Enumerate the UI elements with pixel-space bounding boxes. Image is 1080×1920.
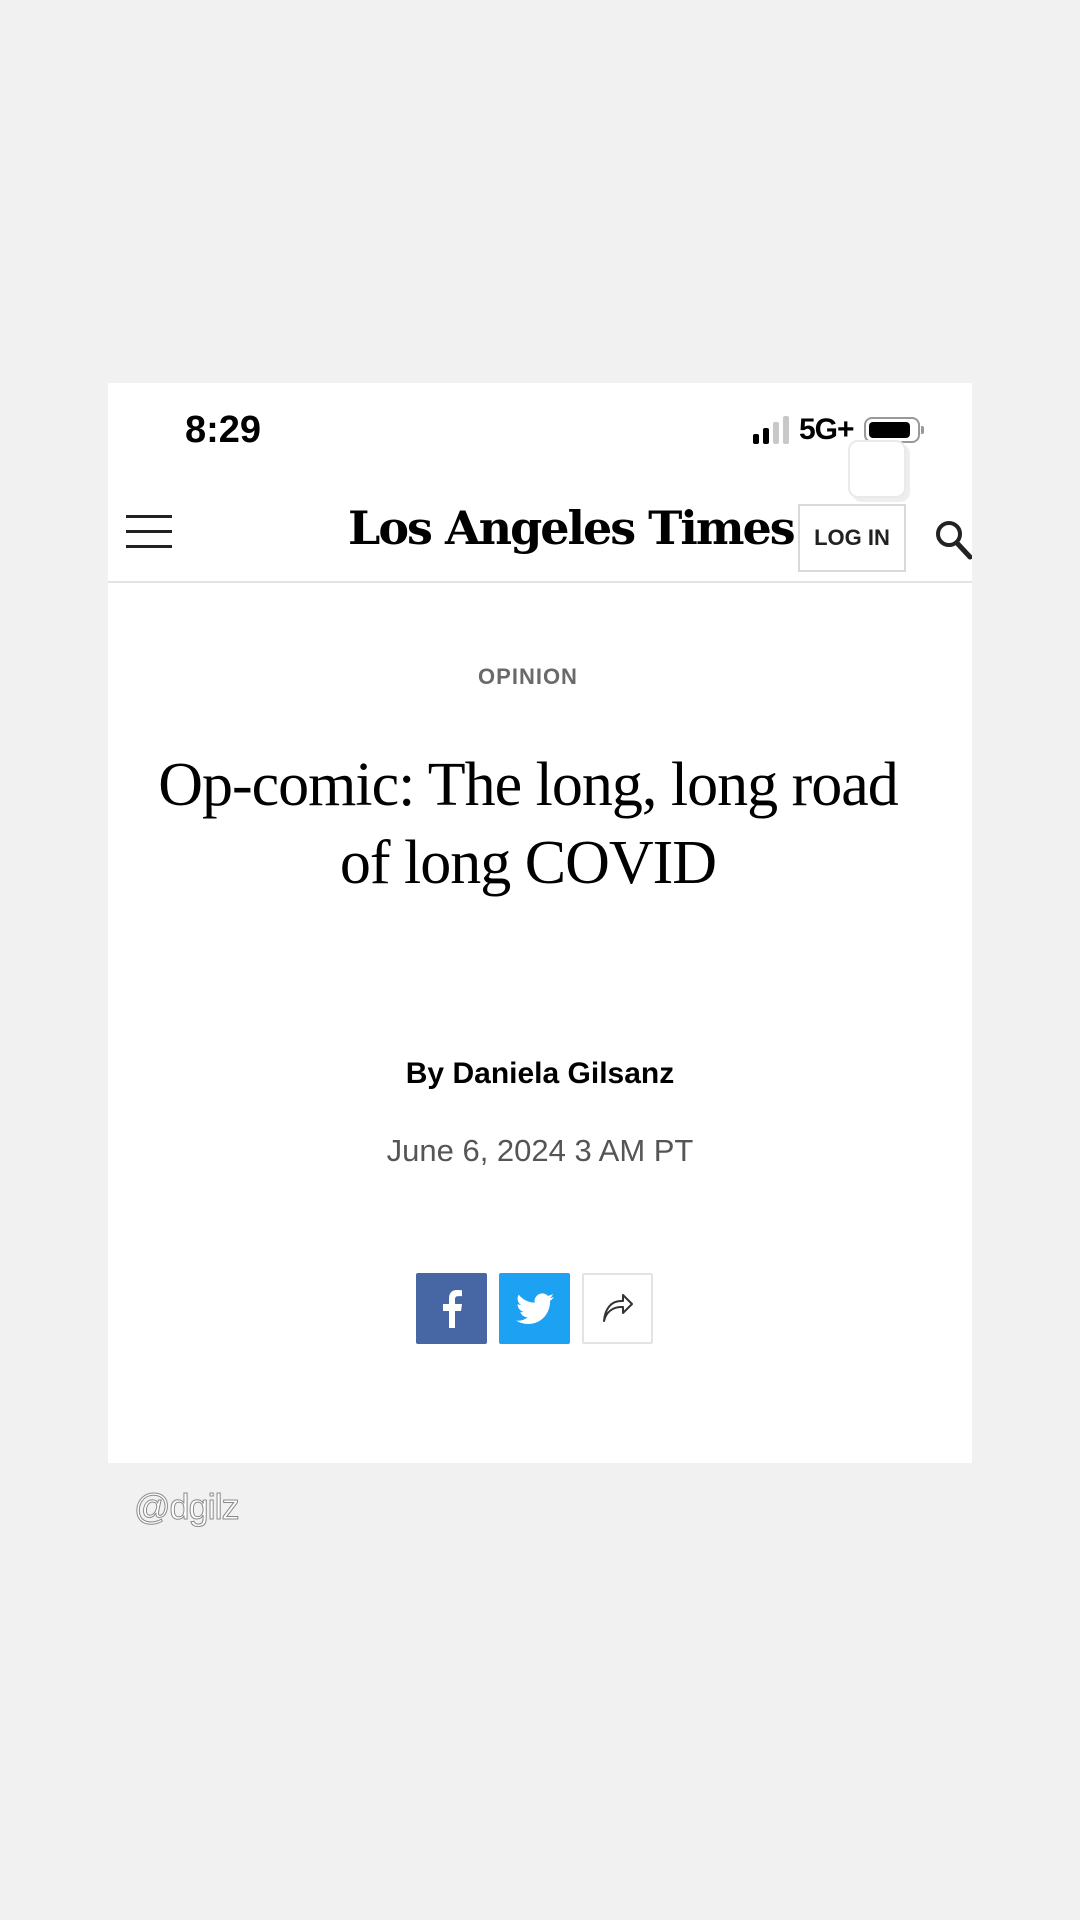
share-icon bbox=[602, 1293, 633, 1322]
share-buttons bbox=[416, 1273, 653, 1344]
screenshot-card: 8:29 5G+ Los Angeles Times LOG IN OPINIO… bbox=[108, 383, 972, 1463]
twitter-icon bbox=[515, 1292, 554, 1324]
article-headline: Op-comic: The long, long road of long CO… bbox=[158, 751, 899, 897]
search-icon[interactable] bbox=[935, 520, 972, 560]
site-header: Los Angeles Times LOG IN bbox=[108, 483, 972, 583]
status-time: 8:29 bbox=[185, 409, 262, 451]
byline-prefix: By bbox=[405, 1057, 445, 1090]
twitter-share-button[interactable] bbox=[499, 1273, 570, 1344]
facebook-share-button[interactable] bbox=[416, 1273, 487, 1344]
author-link[interactable]: Daniela Gilsanz bbox=[452, 1057, 674, 1090]
login-button[interactable]: LOG IN bbox=[798, 504, 906, 572]
hamburger-menu-icon[interactable] bbox=[126, 515, 172, 549]
watermark: @dgilz bbox=[134, 1486, 241, 1528]
publish-date: June 6, 2024 3 AM PT bbox=[386, 1133, 694, 1168]
more-share-button[interactable] bbox=[582, 1273, 653, 1344]
facebook-icon bbox=[442, 1289, 462, 1328]
signal-icon bbox=[753, 416, 789, 444]
section-label[interactable]: OPINION bbox=[108, 664, 948, 690]
byline: By Daniela Gilsanz bbox=[108, 1057, 972, 1091]
site-logo[interactable]: Los Angeles Times bbox=[348, 501, 796, 555]
network-label: 5G+ bbox=[799, 413, 855, 446]
